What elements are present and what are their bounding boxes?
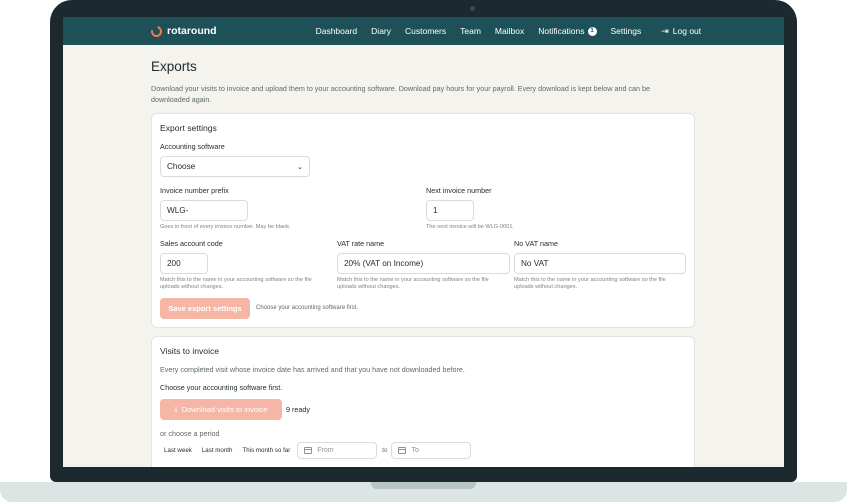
calendar-icon <box>304 446 313 454</box>
next-invoice-label: Next invoice number <box>426 186 492 195</box>
accounting-software-value: Choose <box>167 162 196 171</box>
brand-name: rotaround <box>167 25 217 37</box>
download-icon: ⤓ <box>174 404 178 413</box>
accounting-software-select[interactable]: Choose ⌄ <box>160 156 310 177</box>
nav-notifications-label: Notifications <box>538 26 585 36</box>
page-content: Exports Download your visits to invoice … <box>63 59 784 467</box>
main-nav: Dashboard Diary Customers Team Mailbox N… <box>316 26 716 37</box>
accounting-software-label: Accounting software <box>160 142 225 151</box>
to-date-input[interactable]: To <box>391 441 472 459</box>
next-invoice-group: Next invoice number 1 The next invoice w… <box>426 186 514 232</box>
logout-link[interactable]: ⇥ Log out <box>661 26 701 37</box>
brand-mark-icon <box>148 23 165 39</box>
page-title: Exports <box>151 59 197 74</box>
nav-dashboard[interactable]: Dashboard <box>316 26 358 36</box>
no-vat-group: No VAT name No VAT Match this to the nam… <box>514 239 686 292</box>
logout-label: Log out <box>672 26 702 36</box>
sales-account-group: Sales account code 200 Match this to the… <box>160 239 337 292</box>
period-last-month[interactable]: Last month <box>202 447 233 454</box>
sales-account-help: Match this to the name in your accountin… <box>160 276 312 291</box>
nav-mailbox[interactable]: Mailbox <box>495 26 524 36</box>
page-description: Download your visits to invoice and uplo… <box>151 84 651 104</box>
nav-notifications[interactable]: Notifications 1 <box>538 26 597 36</box>
vat-rate-label: VAT rate name <box>337 238 385 248</box>
export-settings-card: Export settings Accounting software Choo… <box>151 113 695 328</box>
nav-team[interactable]: Team <box>460 26 481 36</box>
laptop-frame: rotaround Dashboard Diary Customers Team… <box>0 0 847 502</box>
vat-rate-input[interactable]: 20% (VAT on Income) <box>337 252 510 274</box>
calendar-icon <box>398 446 407 454</box>
laptop-notch <box>371 482 476 489</box>
invoice-prefix-input[interactable]: WLG- <box>160 200 248 221</box>
nav-customers[interactable]: Customers <box>405 26 446 36</box>
next-invoice-help: The next invoice will be WLG-0001. <box>426 224 514 230</box>
camera-dot <box>470 6 475 11</box>
to-placeholder: To <box>411 446 419 454</box>
visits-description: Every completed visit whose invoice date… <box>160 364 465 374</box>
chevron-down-icon: ⌄ <box>297 163 303 171</box>
top-navbar: rotaround Dashboard Diary Customers Team… <box>63 17 784 45</box>
to-separator: to <box>382 446 388 454</box>
next-invoice-input[interactable]: 1 <box>426 200 474 221</box>
ready-count: 9 ready <box>286 404 310 414</box>
vat-rate-group: VAT rate name 20% (VAT on Income) Match … <box>337 239 514 292</box>
notification-count-badge: 1 <box>587 26 597 36</box>
download-visits-label: Download visits to invoice <box>181 404 268 414</box>
period-label: or choose a period <box>160 428 220 438</box>
from-date-input[interactable]: From <box>297 441 378 459</box>
nav-diary[interactable]: Diary <box>371 26 391 36</box>
no-vat-label: No VAT name <box>514 238 558 248</box>
logout-icon: ⇥ <box>661 25 669 36</box>
vat-rate-help: Match this to the name in your accountin… <box>337 276 489 291</box>
sales-account-label: Sales account code <box>160 238 223 248</box>
no-vat-input[interactable]: No VAT <box>514 252 686 274</box>
app-screen: rotaround Dashboard Diary Customers Team… <box>63 17 784 467</box>
invoice-prefix-label: Invoice number prefix <box>160 186 229 195</box>
no-vat-help: Match this to the name in your accountin… <box>514 276 666 291</box>
visits-title: Visits to invoice <box>160 345 220 356</box>
visits-to-invoice-card: Visits to invoice Every completed visit … <box>151 335 695 467</box>
period-last-week[interactable]: Last week <box>164 447 192 454</box>
save-export-settings-button[interactable]: Save export settings <box>160 297 250 319</box>
visits-warning: Choose your accounting software first. <box>160 382 283 392</box>
from-placeholder: From <box>317 446 334 454</box>
download-visits-button[interactable]: ⤓ Download visits to invoice <box>160 398 282 420</box>
nav-settings[interactable]: Settings <box>611 26 642 36</box>
period-this-month[interactable]: This month so far <box>242 447 290 454</box>
invoice-prefix-help: Goes in front of every invoice number. M… <box>160 224 291 230</box>
save-note: Choose your accounting software first. <box>256 305 359 311</box>
export-settings-title: Export settings <box>160 123 217 133</box>
brand-logo[interactable]: rotaround <box>148 23 217 39</box>
invoice-prefix-group: Invoice number prefix WLG- Goes in front… <box>160 186 426 232</box>
sales-account-input[interactable]: 200 <box>160 252 208 274</box>
